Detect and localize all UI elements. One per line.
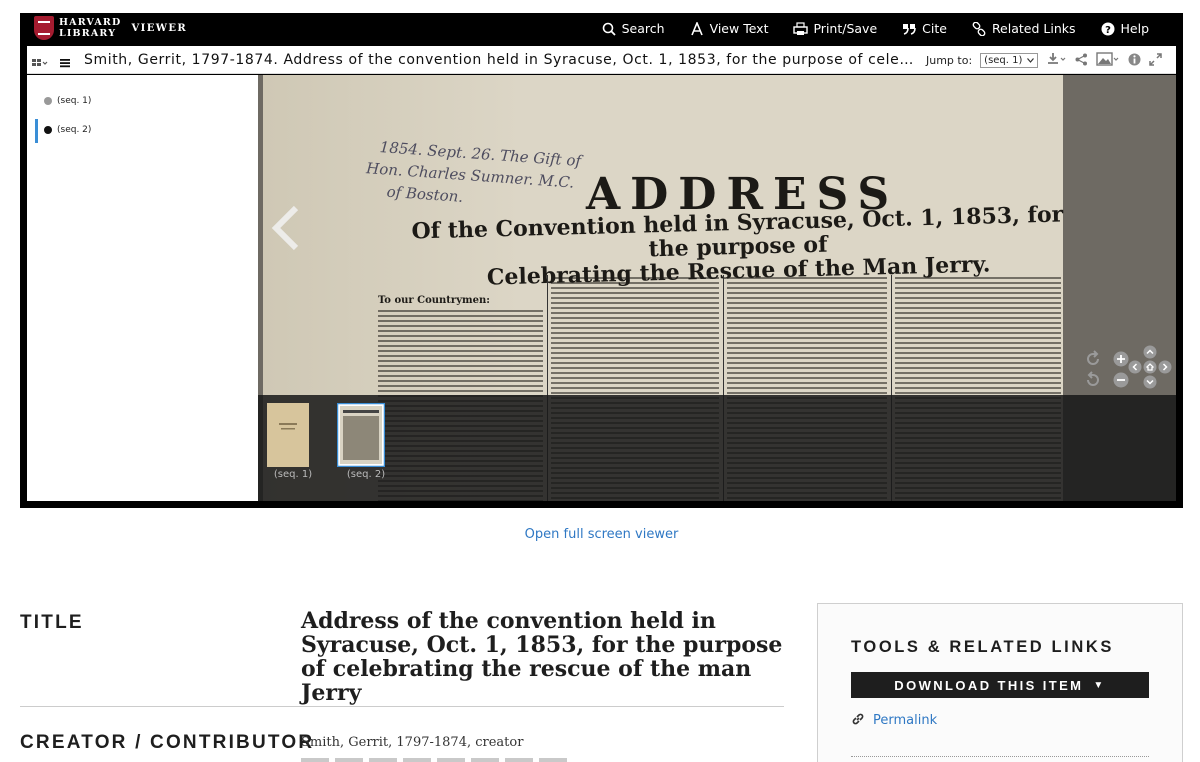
title-label: TITLE — [20, 612, 84, 633]
pan-left-icon[interactable] — [1128, 360, 1142, 374]
home-icon[interactable] — [1143, 360, 1157, 374]
logo-line-2: LIBRARY — [59, 28, 117, 39]
rotate-left-icon[interactable] — [1084, 371, 1102, 389]
pan-right-icon[interactable] — [1158, 360, 1172, 374]
image-options-icon[interactable] — [1096, 52, 1120, 66]
pan-up-icon[interactable] — [1143, 345, 1157, 359]
zoom-controls — [1064, 345, 1174, 400]
caret-down-icon: ▼ — [1093, 679, 1106, 691]
download-icon[interactable] — [1047, 52, 1067, 66]
thumbnail-seq-1[interactable] — [267, 403, 309, 471]
text-icon — [689, 21, 705, 37]
pan-down-icon[interactable] — [1143, 375, 1157, 389]
print-icon — [792, 21, 808, 37]
viewer-title-bar: Smith, Gerrit, 1797-1874. Address of the… — [27, 46, 1176, 74]
thumbnail-label: (seq. 1) — [273, 469, 313, 480]
link-icon — [851, 711, 865, 730]
viewer-top-bar: HARVARD LIBRARY VIEWER Search View Text — [20, 13, 1183, 44]
menu-related-links-label: Related Links — [991, 21, 1076, 36]
clipped-text-line — [301, 757, 571, 762]
logo-text: HARVARD LIBRARY — [59, 17, 121, 39]
thumbnail-image — [267, 403, 309, 467]
rotate-right-icon[interactable] — [1084, 350, 1102, 368]
share-icon[interactable] — [1075, 53, 1088, 66]
seq-dot-icon — [44, 126, 52, 134]
permalink-label: Permalink — [873, 713, 938, 728]
permalink-link[interactable]: Permalink — [851, 711, 937, 730]
thumbnail-label: (seq. 2) — [346, 469, 386, 480]
sidebar-item-label: (seq. 1) — [57, 96, 92, 106]
download-item-button[interactable]: DOWNLOAD THIS ITEM ▼ — [851, 672, 1149, 698]
menu-search-label: Search — [621, 21, 665, 36]
thumbnail-image — [336, 402, 386, 468]
top-menu: Search View Text Print/Save Cite Related… — [577, 13, 1149, 44]
zoom-out-icon[interactable] — [1113, 372, 1129, 388]
menu-cite[interactable]: Cite — [901, 21, 947, 37]
harvard-shield-icon — [34, 16, 54, 40]
handwritten-note: 1854. Sept. 26. The Gift of Hon. Charles… — [366, 136, 582, 216]
menu-related-links[interactable]: Related Links — [971, 21, 1076, 37]
jump-to-label: Jump to: — [926, 54, 973, 67]
help-icon: ? — [1100, 21, 1116, 37]
chevron-down-icon — [1027, 55, 1035, 66]
thumbnail-strip: (seq. 1) (seq. 2) — [258, 395, 1176, 501]
active-seq-indicator — [35, 119, 38, 143]
sidebar-item-seq-2[interactable]: (seq. 2) — [44, 125, 91, 135]
item-title: Address of the convention held in Syracu… — [301, 608, 783, 706]
menu-view-text-label: View Text — [709, 21, 769, 36]
dotted-divider — [851, 756, 1149, 757]
tools-heading: TOOLS & RELATED LINKS — [851, 638, 1114, 656]
viewer-tools — [1039, 52, 1162, 66]
zoom-in-icon[interactable] — [1113, 351, 1129, 367]
jump-to-select[interactable]: (seq. 1) — [980, 53, 1039, 68]
tools-panel: TOOLS & RELATED LINKS DOWNLOAD THIS ITEM… — [817, 603, 1183, 762]
salutation-text: To our Countrymen: — [378, 295, 490, 306]
logo-line-1: HARVARD — [59, 17, 122, 28]
harvard-library-logo[interactable]: HARVARD LIBRARY VIEWER — [34, 16, 187, 40]
view-mode-icons — [32, 53, 70, 72]
jump-to: Jump to: (seq. 1) — [926, 53, 1039, 68]
sidebar-item-seq-1[interactable]: (seq. 1) — [44, 96, 91, 106]
open-full-screen-link[interactable]: Open full screen viewer — [0, 527, 1200, 542]
previous-page-button[interactable] — [268, 205, 302, 255]
info-icon[interactable] — [1128, 53, 1141, 66]
menu-view-text[interactable]: View Text — [689, 21, 769, 37]
link-icon — [971, 21, 987, 37]
download-item-label: DOWNLOAD THIS ITEM — [894, 677, 1084, 693]
quote-icon — [901, 21, 917, 37]
sequence-sidebar: (seq. 1) (seq. 2) — [27, 75, 258, 501]
menu-print-save[interactable]: Print/Save — [792, 21, 877, 37]
document-title: Smith, Gerrit, 1797-1874. Address of the… — [84, 52, 914, 68]
svg-text:?: ? — [1105, 25, 1111, 36]
thumbnail-grid-icon[interactable] — [32, 53, 48, 72]
document-viewer: HARVARD LIBRARY VIEWER Search View Text — [20, 13, 1183, 508]
search-icon — [601, 21, 617, 37]
creator-label: CREATOR / CONTRIBUTOR — [20, 732, 315, 753]
fullscreen-icon[interactable] — [1149, 52, 1162, 66]
menu-search[interactable]: Search — [601, 21, 665, 37]
menu-help[interactable]: ? Help — [1100, 21, 1150, 37]
jump-to-value: (seq. 1) — [984, 55, 1023, 66]
creator-value: Smith, Gerrit, 1797-1874, creator — [301, 735, 524, 750]
sidebar-item-label: (seq. 2) — [57, 125, 92, 135]
menu-cite-label: Cite — [922, 21, 947, 36]
hamburger-menu-icon[interactable] — [60, 53, 70, 72]
thumbnail-seq-2[interactable] — [336, 402, 386, 471]
image-canvas[interactable]: 1854. Sept. 26. The Gift of Hon. Charles… — [258, 75, 1176, 501]
menu-print-save-label: Print/Save — [813, 21, 878, 36]
viewer-label: VIEWER — [131, 22, 188, 34]
seq-dot-icon — [44, 97, 52, 105]
menu-help-label: Help — [1120, 21, 1150, 36]
divider — [20, 706, 784, 707]
chevron-left-icon — [271, 205, 299, 251]
